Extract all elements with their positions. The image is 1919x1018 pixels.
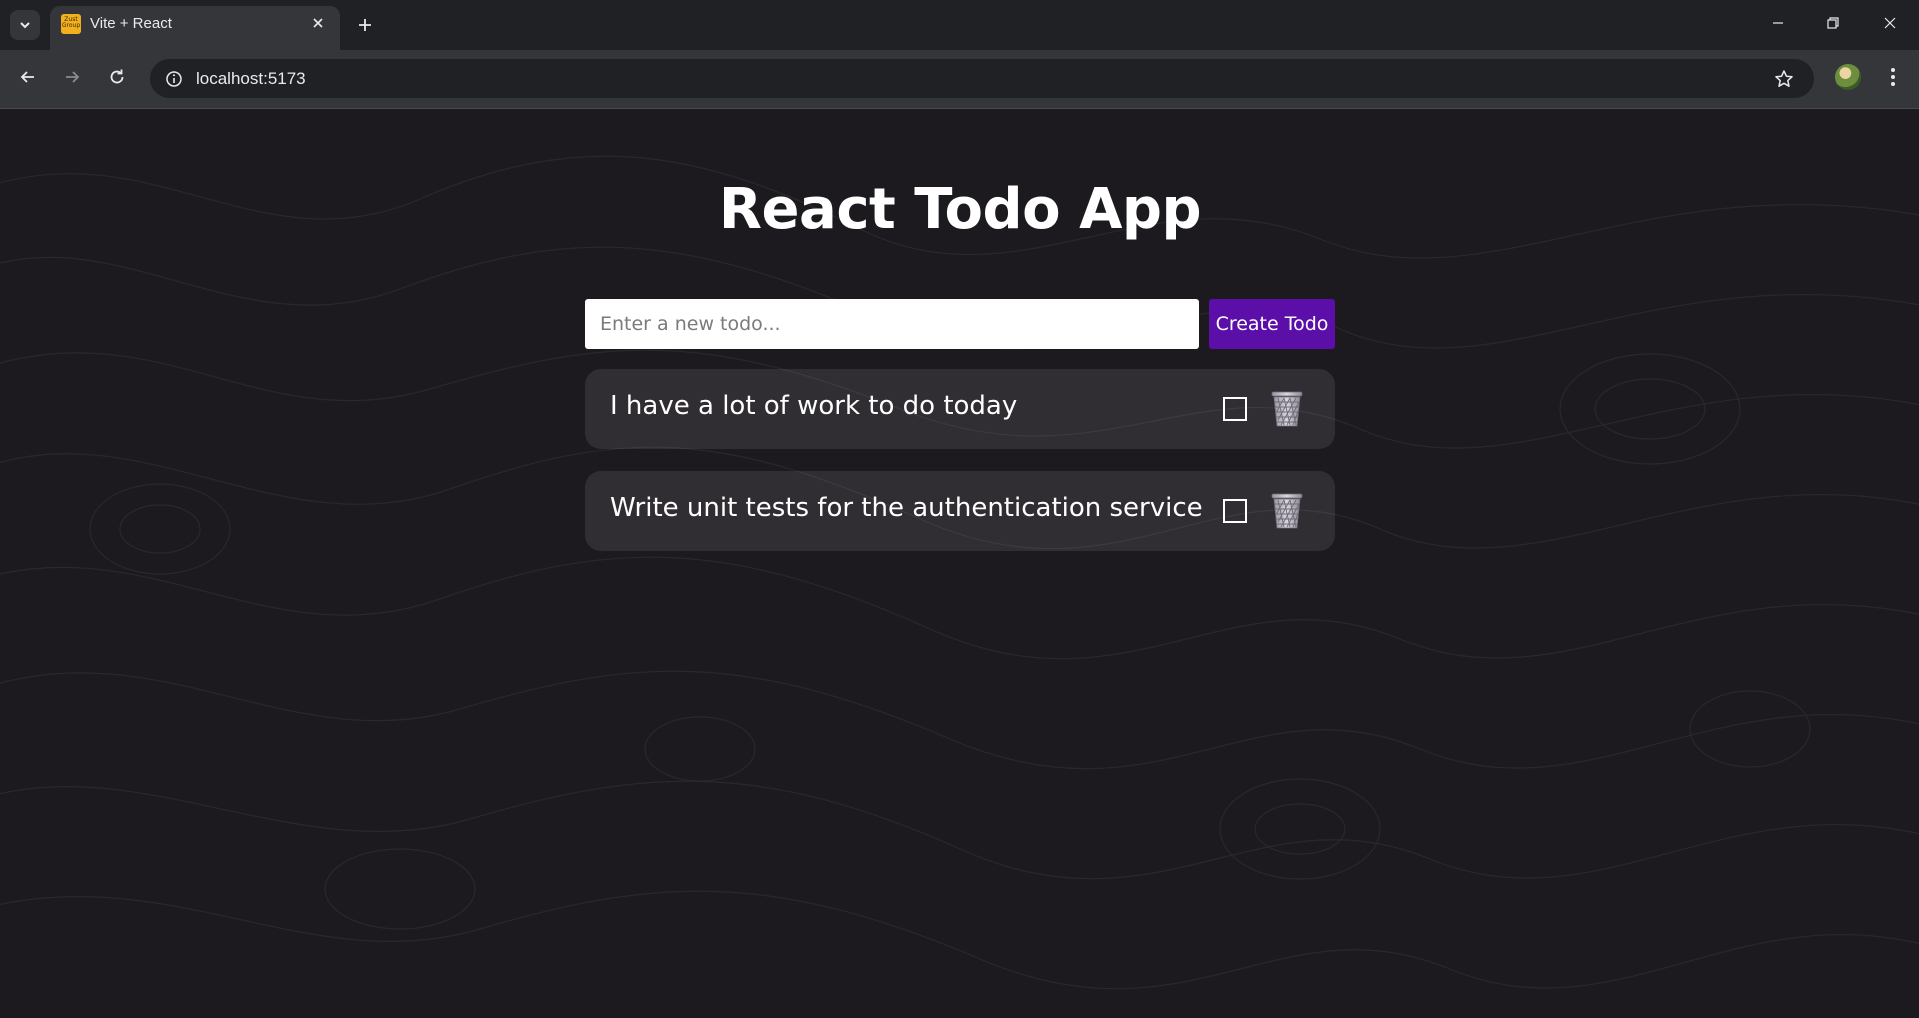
- page-title: React Todo App: [718, 177, 1202, 242]
- tab-close-button[interactable]: [308, 13, 328, 33]
- star-icon: [1775, 70, 1793, 87]
- reload-icon: [110, 69, 124, 84]
- restore-icon: [1827, 17, 1839, 29]
- kebab-menu-icon: [1891, 68, 1895, 86]
- arrow-left-icon: [20, 71, 34, 83]
- close-icon: [1884, 17, 1896, 29]
- profile-avatar[interactable]: [1835, 64, 1861, 90]
- forward-button[interactable]: [57, 62, 87, 92]
- reload-button[interactable]: [102, 62, 132, 92]
- todo-checkbox[interactable]: [1223, 499, 1247, 523]
- browser-tab[interactable]: Zust Group Vite + React: [50, 6, 340, 50]
- todo-text: I have a lot of work to do today: [610, 391, 1018, 421]
- todo-item: I have a lot of work to do today: [585, 369, 1335, 449]
- new-tab-button[interactable]: [353, 10, 377, 40]
- favicon: Zust Group: [61, 14, 81, 34]
- minimize-icon: [1773, 22, 1783, 24]
- create-todo-button[interactable]: Create Todo: [1209, 299, 1335, 349]
- topographic-background: [0, 155, 1919, 990]
- chevron-down-icon: [20, 22, 30, 29]
- arrow-right-icon: [66, 71, 80, 83]
- close-icon: [313, 18, 323, 28]
- page-viewport: React Todo App Create Todo I have a lot …: [0, 109, 1919, 1018]
- new-todo-input[interactable]: [585, 299, 1199, 349]
- restore-button[interactable]: [1813, 8, 1853, 38]
- back-button[interactable]: [13, 62, 43, 92]
- plus-icon: [359, 19, 371, 31]
- minimize-button[interactable]: [1758, 8, 1798, 38]
- address-bar[interactable]: localhost:5173: [150, 59, 1814, 98]
- tab-title: Vite + React: [90, 15, 172, 32]
- browser-tab-bar: Zust Group Vite + React: [0, 0, 1919, 50]
- tab-search-button[interactable]: [10, 10, 40, 40]
- todo-text: Write unit tests for the authentication …: [610, 493, 1203, 523]
- favicon-text: Zust Group: [61, 16, 81, 29]
- info-icon: [166, 71, 182, 87]
- trash-icon[interactable]: [1269, 492, 1305, 530]
- trash-icon[interactable]: [1269, 390, 1305, 428]
- site-info-button[interactable]: [160, 65, 188, 93]
- browser-menu-button[interactable]: [1880, 64, 1906, 90]
- todo-item: Write unit tests for the authentication …: [585, 471, 1335, 551]
- todo-form: Create Todo: [585, 299, 1335, 349]
- close-window-button[interactable]: [1870, 8, 1910, 38]
- todo-checkbox[interactable]: [1223, 397, 1247, 421]
- bookmark-button[interactable]: [1772, 67, 1796, 91]
- browser-toolbar: localhost:5173: [0, 50, 1919, 109]
- url-text: localhost:5173: [196, 69, 306, 88]
